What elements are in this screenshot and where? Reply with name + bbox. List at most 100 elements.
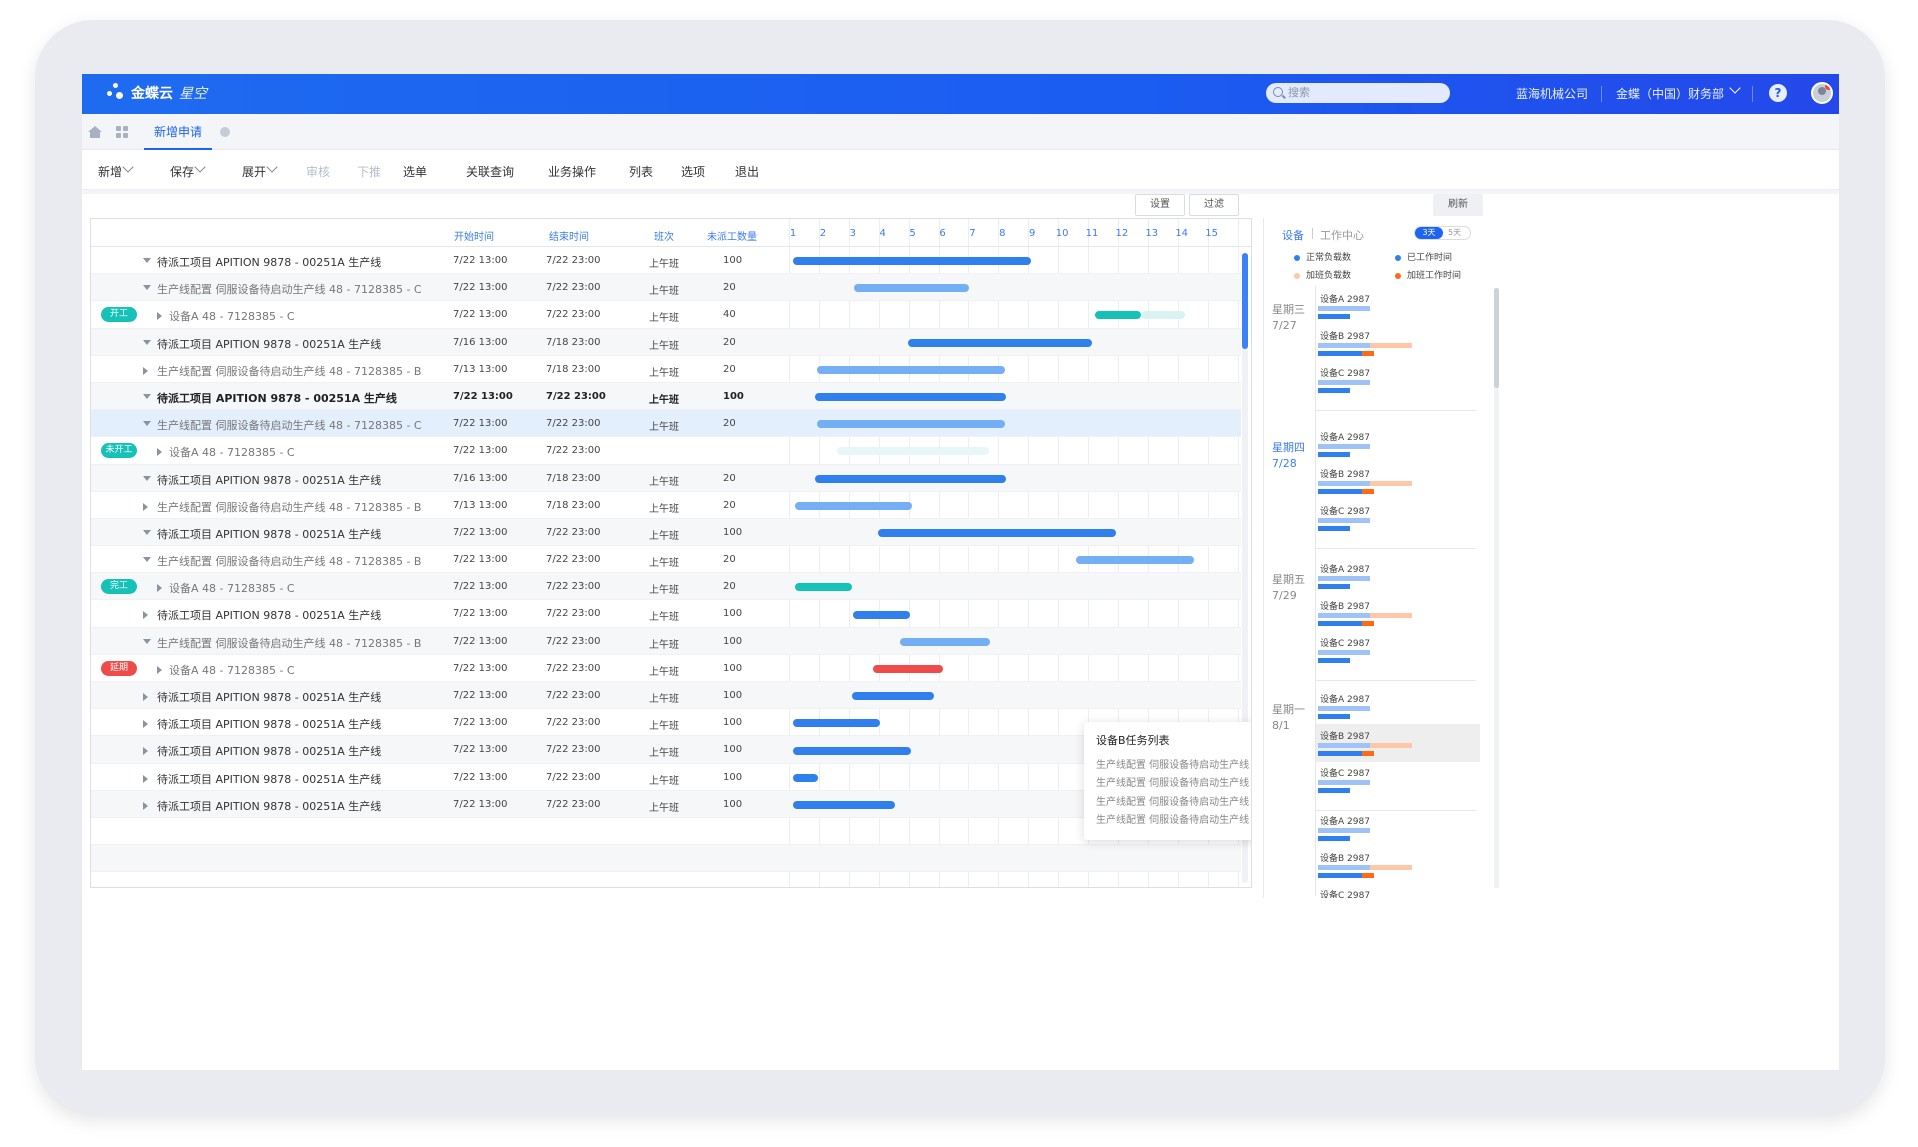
gantt-bar[interactable] (853, 610, 910, 619)
gantt-bar[interactable] (878, 529, 1116, 537)
table-row[interactable]: 待派工项目 APITION 9878 - 00251A 生产线 7/22 13:0… (91, 682, 1241, 710)
popup-item[interactable]: 生产线配置 伺服设备待启动生产线 48 ··· (1096, 756, 1251, 771)
caret-down-icon[interactable] (143, 393, 151, 399)
caret-right-icon[interactable] (143, 747, 148, 756)
toolbar-options[interactable]: 选项 (681, 163, 705, 180)
table-row[interactable]: 待派工项目 APITION 9878 - 00251A 生产线 7/22 13:0… (91, 709, 1241, 737)
caret-right-icon[interactable] (143, 611, 148, 620)
gantt-bar[interactable] (908, 338, 1092, 347)
device-label[interactable]: 设备B 2987 (1320, 467, 1370, 480)
user-avatar[interactable] (1811, 82, 1833, 104)
device-label[interactable]: 设备A 2987 (1320, 814, 1370, 827)
chevron-down-icon[interactable] (1729, 82, 1741, 94)
device-label[interactable]: 设备C 2987 (1320, 888, 1370, 898)
caret-right-icon[interactable] (157, 665, 162, 674)
header-qty[interactable]: 未派工数量 (707, 228, 757, 243)
caret-down-icon[interactable] (143, 339, 151, 345)
device-label[interactable]: 设备C 2987 (1320, 636, 1370, 649)
table-row[interactable]: 待派工项目 APITION 9878 - 00251A 生产线 7/22 13:0… (91, 736, 1241, 764)
caret-down-icon[interactable] (143, 475, 151, 481)
popup-item[interactable]: 生产线配置 伺服设备待启动生产线 48 ··· (1096, 774, 1251, 789)
gantt-bar[interactable] (1076, 556, 1194, 565)
right-scrollbar[interactable] (1494, 288, 1499, 888)
toolbar-audit[interactable]: 审核 (306, 163, 330, 180)
table-row[interactable]: 未开工 设备A 48 - 7128385 - C 7/22 13:00 7/22 23… (91, 437, 1241, 465)
header-start-time[interactable]: 开始时间 (454, 228, 494, 243)
gantt-bar[interactable] (873, 665, 943, 673)
gantt-bar[interactable] (854, 284, 969, 293)
gantt-bar[interactable] (817, 420, 1005, 429)
filter-button[interactable]: 过滤 (1189, 194, 1239, 216)
caret-down-icon[interactable] (143, 285, 151, 291)
caret-right-icon[interactable] (143, 774, 148, 783)
gantt-bar[interactable] (815, 393, 1006, 401)
table-row[interactable]: 延期 设备A 48 - 7128385 - C 7/22 13:00 7/22 23:… (91, 655, 1241, 682)
toolbar-business-ops[interactable]: 业务操作 (548, 163, 596, 180)
org-switcher[interactable]: 金蝶（中国）财务部 (1616, 85, 1724, 102)
table-row[interactable]: 开工 设备A 48 - 7128385 - C 7/22 13:00 7/22 23:… (91, 301, 1241, 329)
gantt-bar[interactable] (793, 719, 880, 728)
close-tab-icon[interactable] (220, 127, 230, 137)
device-label[interactable]: 设备B 2987 (1320, 599, 1370, 612)
caret-down-icon[interactable] (143, 529, 151, 535)
caret-right-icon[interactable] (143, 502, 148, 511)
scroll-thumb[interactable] (1494, 288, 1499, 388)
toolbar-related-query[interactable]: 关联查询 (466, 163, 514, 180)
toolbar-exit[interactable]: 退出 (735, 163, 759, 180)
help-icon[interactable]: ? (1769, 84, 1787, 102)
toolbar-new[interactable]: 新增 (98, 163, 122, 180)
gantt-bar[interactable] (852, 692, 934, 701)
gantt-bar[interactable] (793, 773, 818, 782)
table-row[interactable]: 生产线配置 伺服设备待启动生产线 48 - 7128385 - B 7/22 13… (91, 546, 1241, 574)
toggle-5days[interactable]: 5天 (1448, 227, 1461, 239)
company-switcher[interactable]: 蓝海机械公司 (1516, 85, 1588, 102)
chevron-down-icon[interactable] (122, 161, 134, 173)
toolbar-select[interactable]: 选单 (403, 163, 427, 180)
gantt-bar[interactable] (795, 583, 852, 592)
toolbar-save[interactable]: 保存 (170, 163, 194, 180)
refresh-button[interactable]: 刷新 (1433, 194, 1483, 216)
gantt-bar[interactable] (817, 365, 1005, 374)
device-label[interactable]: 设备A 2987 (1320, 562, 1370, 575)
tab-new-application[interactable]: 新增申请 (144, 114, 213, 150)
popup-item[interactable]: 生产线配置 伺服设备待启动生产线 48 ··· (1096, 811, 1251, 826)
device-label[interactable]: 设备A 2987 (1320, 292, 1370, 305)
device-label[interactable]: 设备C 2987 (1320, 504, 1370, 517)
toolbar-expand[interactable]: 展开 (242, 163, 266, 180)
table-row[interactable]: 待派工项目 APITION 9878 - 00251A 生产线 7/22 13:0… (91, 790, 1241, 818)
settings-button[interactable]: 设置 (1135, 194, 1185, 216)
scroll-thumb[interactable] (1242, 253, 1248, 349)
gantt-bar[interactable] (815, 474, 1006, 483)
table-row[interactable]: 待派工项目 APITION 9878 - 00251A 生产线 7/22 13:0… (91, 600, 1241, 628)
gantt-bar[interactable] (1095, 311, 1141, 320)
toolbar-push-down[interactable]: 下推 (357, 163, 381, 180)
tab-device[interactable]: 设备 (1282, 227, 1304, 243)
caret-right-icon[interactable] (157, 584, 162, 593)
table-row[interactable]: 待派工项目 APITION 9878 - 00251A 生产线 7/22 13:0… (91, 382, 1241, 411)
device-label[interactable]: 设备C 2987 (1320, 766, 1370, 779)
apps-grid-icon[interactable] (116, 126, 129, 139)
caret-right-icon[interactable] (143, 720, 148, 729)
caret-down-icon[interactable] (143, 421, 151, 427)
caret-down-icon[interactable] (143, 638, 151, 644)
gantt-bar[interactable] (837, 447, 989, 456)
header-end-time[interactable]: 结束时间 (549, 228, 589, 243)
chevron-down-icon[interactable] (194, 161, 206, 173)
device-label[interactable]: 设备A 2987 (1320, 692, 1370, 705)
table-row[interactable]: 生产线配置 伺服设备待启动生产线 48 - 7128385 - C 7/22 13… (91, 274, 1241, 302)
gantt-bar[interactable] (793, 801, 895, 809)
device-label[interactable]: 设备B 2987 (1320, 729, 1370, 742)
gantt-bar[interactable] (900, 637, 990, 646)
table-row[interactable]: 待派工项目 APITION 9878 - 00251A 生产线 7/16 13:0… (91, 464, 1241, 492)
table-row[interactable]: 待派工项目 APITION 9878 - 00251A 生产线 7/22 13:0… (91, 764, 1241, 791)
header-shift[interactable]: 班次 (654, 228, 674, 243)
search-input[interactable]: 搜索 (1266, 83, 1450, 103)
caret-right-icon[interactable] (143, 366, 148, 375)
table-row[interactable]: 完工 设备A 48 - 7128385 - C 7/22 13:00 7/22 23:… (91, 573, 1241, 601)
device-label[interactable]: 设备C 2987 (1320, 366, 1370, 379)
gantt-bar[interactable] (795, 501, 912, 510)
device-label[interactable]: 设备B 2987 (1320, 851, 1370, 864)
table-row[interactable]: 生产线配置 伺服设备待启动生产线 48 - 7128385 - B 7/13 13… (91, 492, 1241, 519)
caret-right-icon[interactable] (157, 312, 162, 321)
caret-right-icon[interactable] (143, 693, 148, 701)
